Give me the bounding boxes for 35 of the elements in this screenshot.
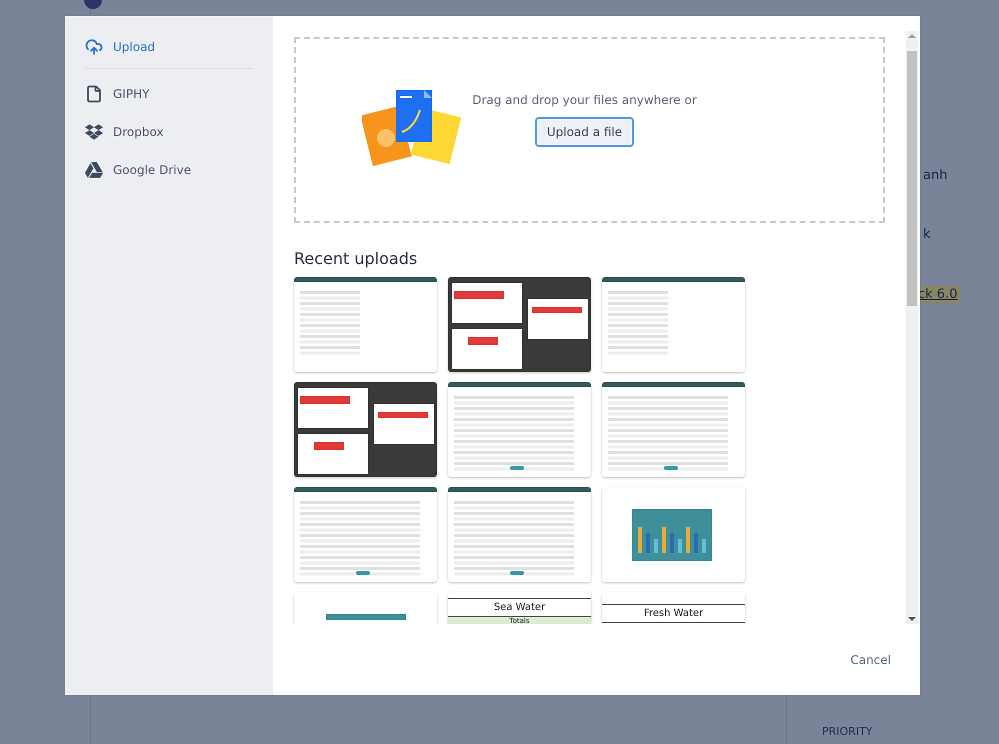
upload-thumbnail[interactable] — [602, 487, 745, 582]
section-heading: Recent uploads — [294, 249, 418, 268]
upload-thumbnail[interactable] — [602, 382, 745, 477]
drop-zone[interactable]: Drag and drop your files anywhere or Upload a file — [294, 37, 885, 223]
file-icon — [85, 85, 103, 103]
screenshot-thumbnail-icon — [602, 382, 745, 472]
scrollbar[interactable] — [906, 31, 918, 624]
sidebar-item[interactable]: Upload — [85, 30, 253, 69]
section-label: PRIORITY — [822, 725, 873, 738]
upload-thumbnail[interactable] — [602, 277, 745, 372]
cloud-upload-icon — [85, 38, 103, 56]
spreadsheet-thumbnail[interactable]: Fresh Water — [602, 592, 745, 624]
sidebar-item[interactable]: GIPHY — [85, 75, 253, 113]
screenshot-thumbnail-icon — [448, 487, 591, 577]
upload-thumbnail[interactable] — [448, 277, 591, 372]
upload-thumbnail[interactable] — [448, 382, 591, 477]
sidebar-item[interactable]: Dropbox — [85, 113, 253, 151]
upload-file-button[interactable]: Upload a file — [534, 117, 634, 147]
cancel-button[interactable]: Cancel — [844, 652, 897, 668]
triangle-logo-icon — [85, 161, 103, 179]
screenshot-thumbnail-icon — [448, 382, 591, 472]
link-text[interactable]: anh — [923, 168, 948, 183]
upload-thumbnail[interactable] — [294, 277, 437, 372]
screenshot-thumbnail-icon — [294, 487, 437, 577]
drop-prompt: Drag and drop your files anywhere or — [472, 93, 697, 107]
screenshot-thumbnail-icon — [294, 382, 437, 477]
sidebar-item[interactable]: Google Drive — [85, 151, 253, 189]
upload-thumbnail[interactable] — [448, 487, 591, 582]
link-text[interactable]: k — [923, 227, 931, 242]
sheet-title: Fresh Water — [602, 604, 745, 623]
boxes-icon — [85, 123, 103, 141]
upload-thumbnail[interactable] — [294, 382, 437, 477]
upload-thumbnail[interactable] — [294, 487, 437, 582]
banner-thumbnail-icon — [326, 614, 406, 620]
screenshot-thumbnail-icon — [448, 277, 591, 372]
